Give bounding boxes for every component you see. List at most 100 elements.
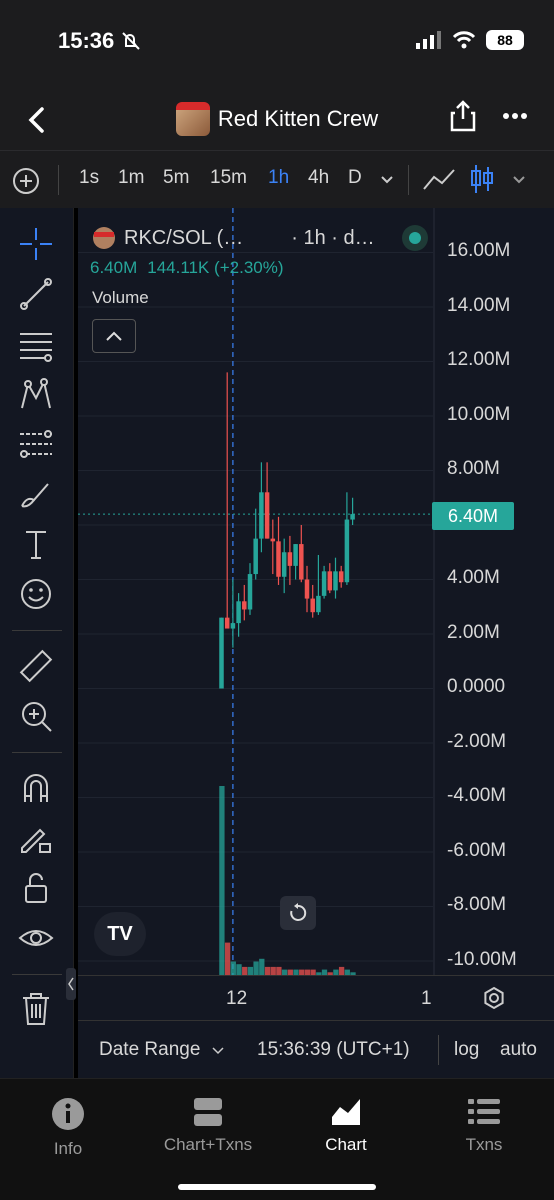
timeframe-15m[interactable]: 15m [210,167,247,189]
chevron-up-icon [106,331,122,341]
unlock-tool[interactable] [16,868,56,908]
crosshair-icon [20,228,52,260]
date-range-button[interactable]: Date Range [99,1039,224,1061]
measure-tool[interactable] [16,646,56,686]
tab-label: Chart+Txns [163,1135,253,1154]
timeframe-d[interactable]: D [348,167,362,189]
candle-body [224,617,230,629]
text-tool[interactable] [16,524,56,564]
brush-icon [21,483,49,508]
price-axis-label: 16.00M [447,240,511,261]
chart-icon [332,1099,360,1125]
share-icon[interactable] [450,100,476,132]
candle-body [264,492,270,539]
candle-body [350,514,355,520]
bottom-tab-bar: Info Chart+Txns Chart Txns [0,1078,554,1200]
volume-bar [247,966,254,975]
eye-icon [18,930,54,946]
candle-body [321,571,327,596]
crosshair-tool[interactable] [16,224,56,264]
trendline-tool[interactable] [16,274,56,314]
magnet-tool[interactable] [16,768,56,808]
candle-body [316,595,321,613]
toolbar-divider [58,165,59,195]
candle-body [293,544,298,566]
legend-symbol: RKC/SOL (… [124,226,244,249]
fib-tool[interactable] [16,424,56,464]
chevron-down-icon[interactable] [380,175,394,185]
auto-scale-toggle[interactable]: auto [500,1039,537,1061]
tradingview-logo[interactable]: TV [94,912,146,956]
price-axis-label: 12.00M [447,349,511,370]
date-range-bar: Date Range 15:36:39 (UTC+1) log auto [78,1020,554,1078]
candle-body [276,541,281,577]
legend-interval: · 1h · d… [291,226,375,249]
log-scale-toggle[interactable]: log [454,1039,479,1061]
tab-info[interactable]: Info [8,1097,128,1159]
tab-chart-txns[interactable]: Chart+Txns [148,1097,268,1155]
visibility-tool[interactable] [16,918,56,958]
reset-chart-button[interactable] [280,896,316,930]
price-axis-label: 10.00M [447,403,511,425]
timeframe-5m[interactable]: 5m [163,167,189,189]
fib-retracement-icon [20,430,52,458]
timeframe-1h[interactable]: 1h [268,167,289,189]
tab-label: Txns [465,1135,503,1154]
line-chart-icon[interactable] [422,167,456,193]
pattern-tool[interactable] [16,374,56,414]
candle-body [259,492,264,539]
price-axis-label: -8.00M [447,894,507,915]
tab-chart[interactable]: Chart [286,1097,406,1155]
battery-indicator: 88 [486,30,524,50]
price-axis-label: -10.00M [447,948,517,970]
candle-body [253,538,258,575]
timeframe-4h[interactable]: 4h [308,167,329,189]
volume-bar [338,966,345,975]
delete-tool[interactable] [16,988,56,1028]
emoji-tool[interactable] [16,574,56,614]
zoom-tool[interactable] [16,696,56,736]
volume-bar [219,786,225,975]
volume-bar [259,958,265,975]
token-logo-icon [93,227,115,249]
bell-slash-icon [122,32,140,50]
timeframe-1s[interactable]: 1s [79,167,99,189]
tab-txns[interactable]: Txns [424,1097,544,1155]
candle-body [247,574,253,610]
settings-icon[interactable] [482,986,506,1010]
timeframe-1m[interactable]: 1m [118,167,144,189]
home-indicator [178,1184,376,1190]
chevron-down-icon[interactable] [512,175,526,185]
price-axis-label: -4.00M [447,785,507,806]
toolbar-divider [408,165,409,195]
collapse-legend-button[interactable] [92,319,136,353]
add-indicator-icon[interactable] [12,167,40,195]
reset-icon [290,903,307,921]
price-axis-label: 4.00M [447,567,500,588]
collapse-sidebar-icon[interactable] [66,968,76,1000]
wifi-icon [452,31,476,49]
candlestick-icon[interactable] [470,163,494,197]
info-icon [52,1098,84,1130]
candle-body [338,571,344,583]
candle-body [219,617,224,689]
brush-tool[interactable] [16,474,56,514]
price-axis-label: 14.00M [447,294,511,316]
volume-bar [264,966,271,975]
drawing-tools-sidebar [0,208,76,1078]
volume-bar [270,966,276,975]
horizontal-lines-tool[interactable] [16,324,56,364]
status-bar: 15:36 88 [0,0,554,90]
candle-body [236,601,241,624]
volume-bar [242,966,248,975]
timezone-clock[interactable]: 15:36:39 (UTC+1) [257,1039,410,1061]
more-icon[interactable] [502,112,528,120]
date-range-label: Date Range [99,1039,201,1060]
volume-bar [224,942,231,975]
candle-body [327,571,333,591]
legend-volume-label: Volume [92,288,149,307]
lock-drawings-tool[interactable] [16,818,56,858]
token-avatar [175,102,210,136]
time-axis[interactable]: 12 1 [78,975,554,1020]
candle-body [299,544,304,580]
